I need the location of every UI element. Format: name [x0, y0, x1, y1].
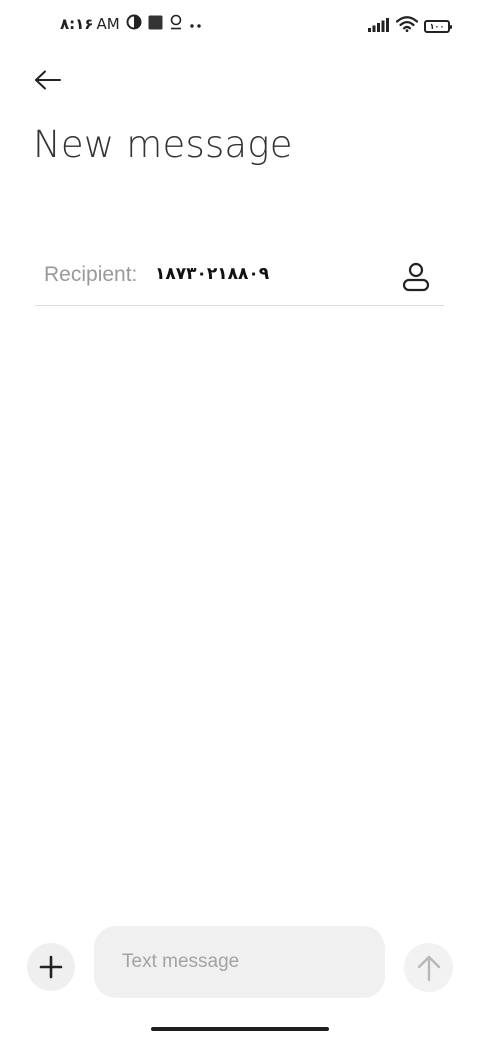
more-dots-icon — [189, 15, 203, 33]
location-icon — [169, 14, 183, 34]
recipient-field[interactable]: Recipient: ۱۸۷۳۰۲۱۸۸۰۹ — [35, 246, 444, 306]
person-outline-icon — [402, 262, 430, 292]
arrow-left-icon — [35, 70, 61, 90]
battery-level: ۱۰۰ — [429, 21, 445, 31]
home-indicator[interactable] — [151, 1027, 329, 1031]
contact-picker-button[interactable] — [400, 260, 432, 294]
recipient-value[interactable]: ۱۸۷۳۰۲۱۸۸۰۹ — [155, 264, 269, 284]
recipient-label: Recipient: — [44, 263, 138, 286]
page-title: New message — [33, 123, 293, 166]
new-message-screen: ۸:۱۶ AM ۱۰۰ New message Recipient: ۱۸۷۳۰… — [0, 0, 480, 1040]
signal-icon — [368, 17, 390, 36]
wifi-icon — [395, 16, 419, 36]
stop-square-icon — [148, 15, 163, 34]
message-input[interactable] — [94, 926, 385, 998]
arrow-up-icon — [417, 955, 440, 981]
status-time: ۸:۱۶ — [60, 15, 94, 33]
status-ampm: AM — [96, 15, 120, 33]
back-button[interactable] — [28, 60, 68, 100]
status-left: ۸:۱۶ AM — [60, 14, 203, 34]
add-attachment-button[interactable] — [27, 943, 75, 991]
status-bar: ۸:۱۶ AM ۱۰۰ — [0, 0, 480, 54]
status-right: ۱۰۰ — [368, 16, 452, 36]
send-button[interactable] — [404, 943, 453, 992]
plus-icon — [39, 955, 63, 979]
battery-icon: ۱۰۰ — [424, 19, 452, 33]
data-saver-icon — [126, 14, 142, 34]
